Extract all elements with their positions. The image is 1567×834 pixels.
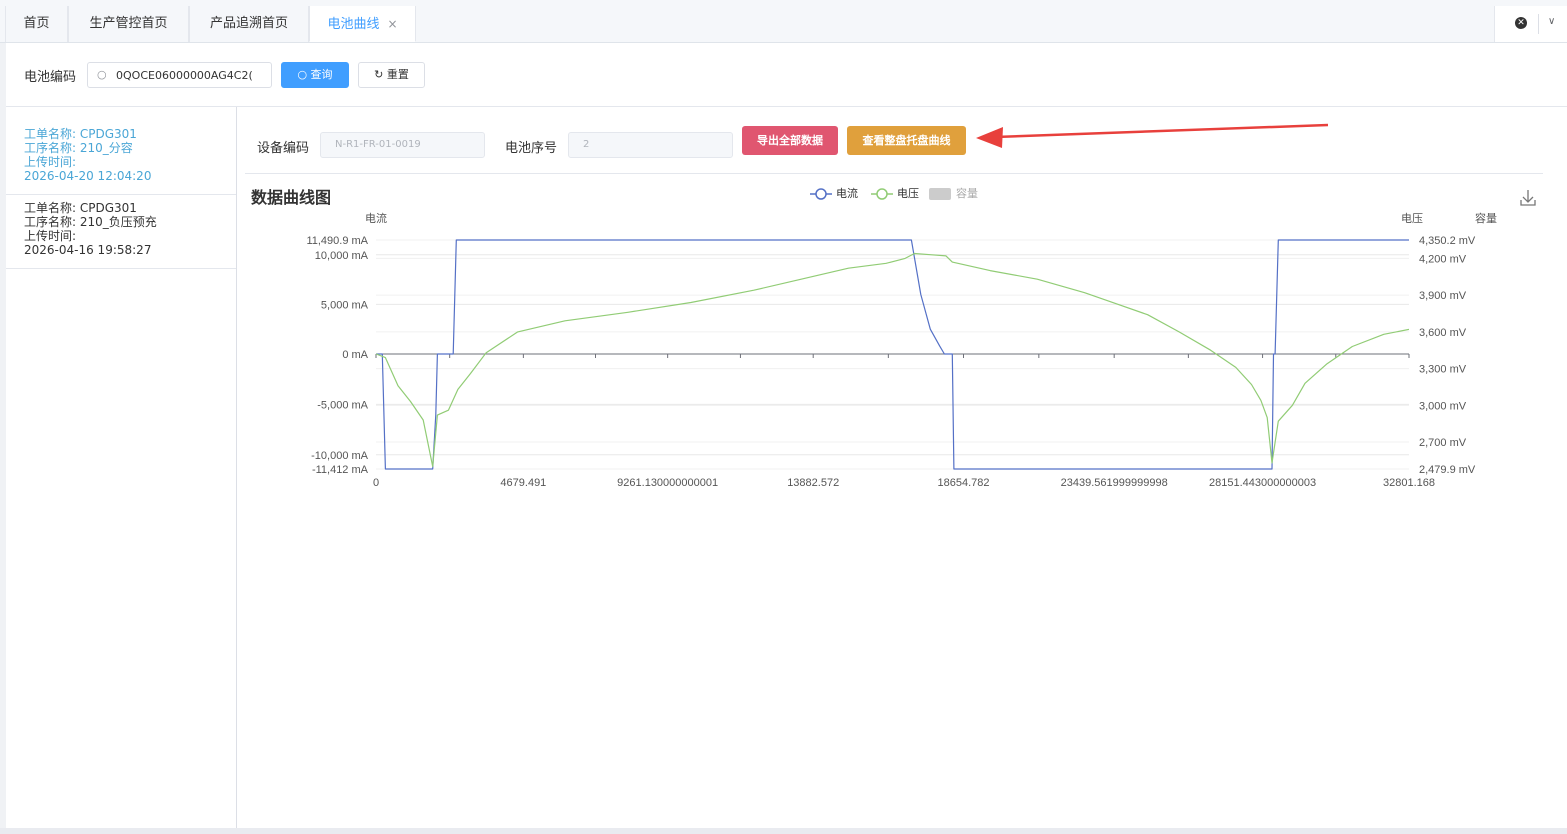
y-right-tick-label: 2,479.9 mV [1419,464,1476,476]
x-tick-label: 0 [373,477,379,489]
x-tick-label: 13882.572 [787,477,839,489]
y-left-tick-label: 0 mA [342,349,368,361]
data-curve-chart: 电流 电压 容量 11,490.9 mA10,000 mA5,000 mA0 mA-… [306,123,1536,489]
y-right-axis-name: 容量 [1475,211,1497,225]
legend-marker [876,188,888,200]
y-right-tick-label: 3,300 mV [1419,364,1467,376]
x-tick-label: 28151.443000000003 [1209,477,1316,489]
y-left-tick-label: -10,000 mA [311,450,369,462]
y-right-tick-label: 3,000 mV [1419,400,1467,412]
footer-strip [0,828,1567,834]
x-tick-label: 9261.130000000001 [617,477,718,489]
y-right-tick-label: 4,200 mV [1419,253,1467,265]
y-left-tick-label: 11,490.9 mA [306,235,368,247]
y-left-tick-label: 10,000 mA [315,250,369,262]
legend-item: 电流 [810,186,858,200]
legend-item: 电压 [871,187,919,200]
download-icon[interactable] [1520,190,1536,206]
y-left-tick-label: -11,412 mA [312,464,369,476]
legend-swatch [929,188,951,200]
x-tick-label: 4679.491 [500,477,546,489]
legend-marker [815,188,827,200]
y-right-tick-label: 2,700 mV [1419,437,1467,449]
y-right-axis-name: 电压 [1401,212,1423,225]
y-left-axis-name: 电流 [365,211,387,225]
y-right-tick-label: 3,600 mV [1419,327,1467,339]
x-tick-label: 32801.168 [1383,477,1435,489]
y-right-tick-label: 4,350.2 mV [1419,235,1476,247]
x-tick-label: 23439.561999999998 [1061,477,1168,489]
legend-label: 容量 [956,186,978,200]
annotation-arrow-icon [976,123,1329,148]
legend-label: 电流 [836,186,858,200]
legend-item: 容量 [929,186,978,200]
x-tick-label: 18654.782 [937,477,989,489]
y-right-tick-label: 3,900 mV [1419,290,1467,302]
voltage-series-line [376,252,1409,468]
y-left-tick-label: 5,000 mA [321,299,369,311]
y-left-tick-label: -5,000 mA [317,399,368,411]
legend-label: 电压 [897,187,919,200]
